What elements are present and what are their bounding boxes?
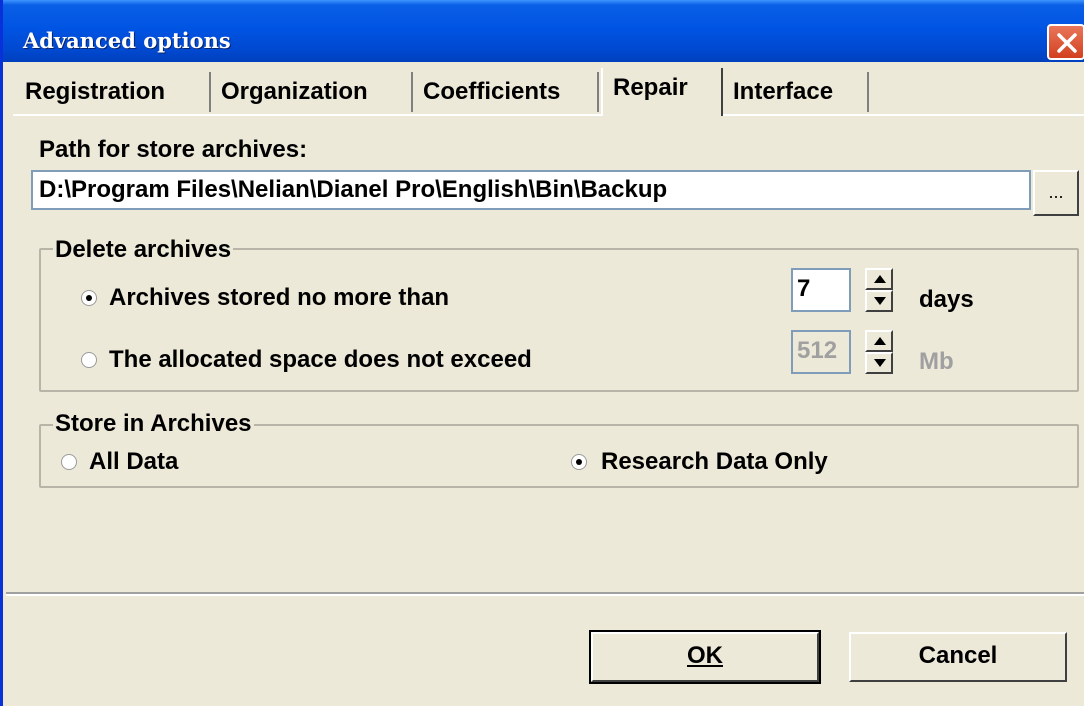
path-label: Path for store archives:	[39, 136, 308, 163]
store-in-archives-title: Store in Archives	[53, 410, 254, 438]
arrow-up-icon	[874, 337, 886, 345]
radio-research-data[interactable]	[571, 454, 587, 470]
arrow-up-icon	[874, 275, 886, 283]
tab-label: Repair	[613, 74, 688, 101]
space-spin-input[interactable]: 512	[791, 330, 851, 374]
ok-label: OK	[687, 642, 723, 669]
tab-interface[interactable]: Interface	[723, 72, 869, 112]
space-limit-label[interactable]: The allocated space does not exceed	[109, 346, 532, 374]
radio-space[interactable]	[81, 352, 97, 368]
days-spin-buttons	[865, 268, 893, 312]
days-unit: days	[919, 286, 974, 313]
arrow-down-icon	[874, 297, 886, 305]
tab-registration[interactable]: Registration	[15, 72, 211, 112]
arrow-down-icon	[874, 359, 886, 367]
archives-days-label[interactable]: Archives stored no more than	[109, 284, 449, 312]
days-spin-down-button[interactable]	[865, 290, 893, 312]
space-unit: Mb	[919, 348, 954, 375]
all-data-label[interactable]: All Data	[89, 448, 178, 476]
tab-label: Organization	[221, 78, 368, 105]
close-button[interactable]	[1047, 24, 1084, 60]
tab-repair[interactable]: Repair	[601, 68, 723, 116]
ok-button[interactable]: OK	[589, 630, 821, 684]
tab-coefficients[interactable]: Coefficients	[413, 72, 599, 112]
delete-archives-title: Delete archives	[53, 236, 234, 264]
tab-label: Registration	[25, 78, 166, 105]
tab-label: Interface	[733, 78, 834, 105]
space-spin-buttons	[865, 330, 893, 374]
title-bar[interactable]: Advanced options	[3, 0, 1084, 62]
close-icon	[1057, 33, 1077, 53]
cancel-button[interactable]: Cancel	[849, 632, 1067, 682]
radio-all-data[interactable]	[61, 454, 77, 470]
space-spin-up-button[interactable]	[865, 330, 893, 352]
window-title: Advanced options	[23, 28, 231, 53]
tab-organization[interactable]: Organization	[211, 72, 413, 112]
days-spin-up-button[interactable]	[865, 268, 893, 290]
archive-path-input[interactable]: D:\Program Files\Nelian\Dianel Pro\Engli…	[31, 170, 1031, 210]
days-spin-input[interactable]: 7	[791, 268, 851, 312]
advanced-options-dialog: Advanced options Registration Organizati…	[0, 0, 1084, 706]
space-spin-down-button[interactable]	[865, 352, 893, 374]
tab-label: Coefficients	[423, 78, 561, 105]
separator	[6, 592, 1084, 596]
cancel-label: Cancel	[918, 642, 998, 669]
radio-days[interactable]	[81, 290, 97, 306]
research-data-label[interactable]: Research Data Only	[601, 448, 828, 476]
browse-button[interactable]: ...	[1033, 170, 1079, 216]
